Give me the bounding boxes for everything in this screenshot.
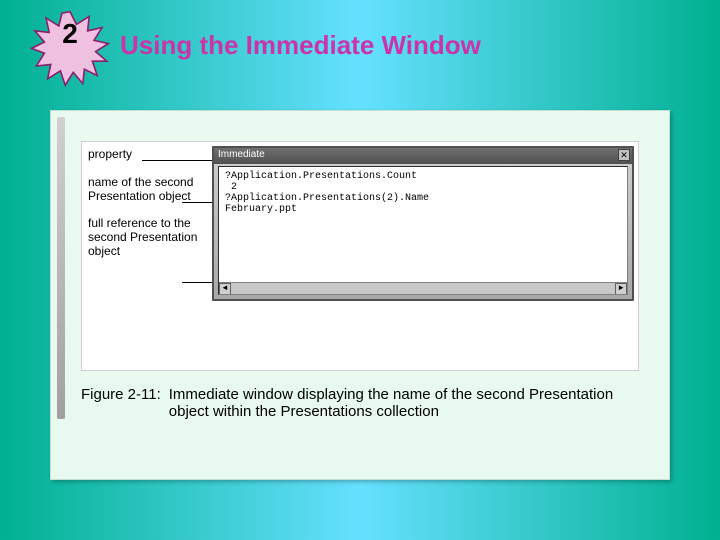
immediate-window: Immediate ✕ ?Application.Presentations.C… bbox=[212, 146, 634, 301]
badge-number: 2 bbox=[50, 18, 90, 50]
slide: 2 Using the Immediate Window property na… bbox=[0, 0, 720, 540]
close-icon[interactable]: ✕ bbox=[618, 149, 630, 161]
callout-labels: property name of the second Presentation… bbox=[88, 148, 206, 273]
figure-accent-bar bbox=[57, 117, 65, 419]
code-line: ?Application.Presentations(2).Name bbox=[225, 193, 621, 204]
slide-title: Using the Immediate Window bbox=[120, 30, 481, 61]
figure-caption: Figure 2-11: Immediate window displaying… bbox=[81, 386, 639, 420]
scroll-right-icon[interactable]: ► bbox=[615, 283, 627, 295]
callout-name-second: name of the second Presentation object bbox=[88, 176, 206, 204]
figure-card: property name of the second Presentation… bbox=[50, 110, 670, 480]
scroll-left-icon[interactable]: ◄ bbox=[219, 283, 231, 295]
immediate-body[interactable]: ?Application.Presentations.Count 2 ?Appl… bbox=[218, 166, 628, 295]
code-line: February.ppt bbox=[225, 204, 621, 215]
callout-full-reference: full reference to the second Presentatio… bbox=[88, 217, 206, 258]
immediate-title: Immediate bbox=[218, 149, 265, 160]
immediate-hscrollbar[interactable]: ◄ ► bbox=[219, 282, 627, 294]
code-line: 2 bbox=[225, 182, 621, 193]
figure-inner: property name of the second Presentation… bbox=[81, 141, 639, 371]
figure-caption-text: Immediate window displaying the name of … bbox=[169, 386, 639, 420]
immediate-titlebar: Immediate ✕ bbox=[214, 148, 632, 164]
code-line: ?Application.Presentations.Count bbox=[225, 171, 621, 182]
figure-number: Figure 2-11: bbox=[81, 386, 161, 420]
